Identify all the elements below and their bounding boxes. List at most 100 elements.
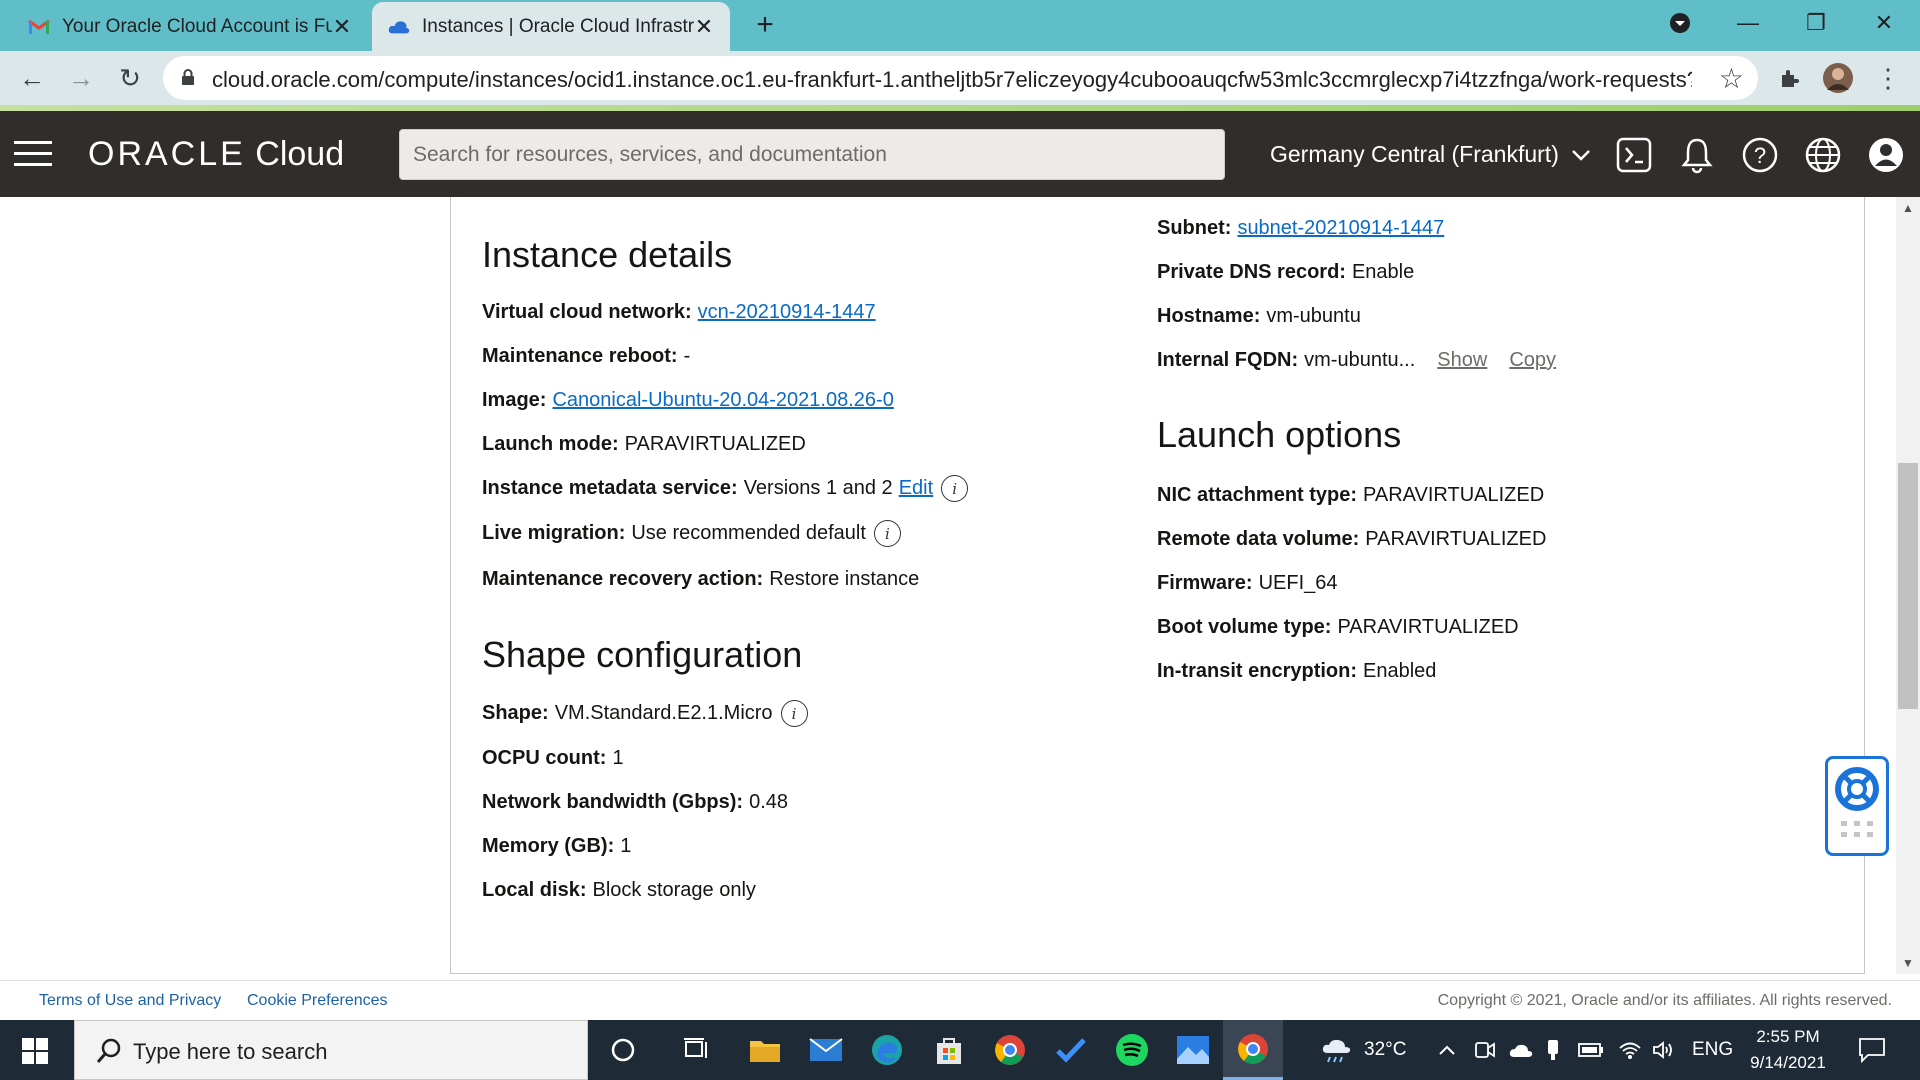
metadata-edit-link[interactable]: Edit [899, 477, 933, 500]
scroll-up-arrow-icon[interactable]: ▲ [1896, 201, 1920, 215]
in-transit-encryption-value: Enabled [1363, 660, 1437, 682]
address-bar: ← → ↻ cloud.oracle.com/compute/instances… [0, 51, 1920, 106]
volume-speaker-icon[interactable] [1652, 1020, 1676, 1080]
bookmark-star-icon[interactable]: ☆ [1719, 62, 1744, 95]
show-hidden-icons-chevron-icon[interactable] [1438, 1020, 1456, 1080]
close-tab-icon[interactable]: ✕ [694, 14, 714, 40]
info-icon[interactable]: i [873, 520, 901, 547]
image-row: Image: Canonical-Ubuntu-20.04-2021.08.26… [482, 389, 894, 412]
clock-time: 2:55 PM [1756, 1027, 1820, 1046]
extensions-icon[interactable] [1772, 60, 1808, 96]
spotify-icon[interactable] [1112, 1030, 1152, 1070]
fqdn-copy-link[interactable]: Copy [1509, 349, 1556, 372]
wifi-icon[interactable] [1618, 1020, 1642, 1080]
navigation-menu-icon[interactable] [14, 141, 52, 167]
terms-link[interactable]: Terms of Use and Privacy [39, 992, 221, 1010]
remote-data-volume-label: Remote data volume: [1157, 528, 1360, 550]
edge-browser-icon[interactable] [867, 1030, 907, 1070]
local-disk-label: Local disk: [482, 879, 587, 901]
info-icon[interactable]: i [780, 700, 808, 727]
lock-icon [182, 69, 194, 85]
photos-icon[interactable] [1173, 1030, 1213, 1070]
tab-gmail[interactable]: Your Oracle Cloud Account is Full ✕ [12, 2, 368, 51]
region-selector[interactable]: Germany Central (Frankfurt) [1270, 141, 1591, 168]
image-label: Image: [482, 389, 547, 411]
image-link[interactable]: Canonical-Ubuntu-20.04-2021.08.26-0 [552, 389, 893, 412]
user-profile-icon[interactable] [1866, 135, 1906, 175]
hostname-label: Hostname: [1157, 305, 1261, 327]
file-explorer-icon[interactable] [745, 1030, 785, 1070]
usb-device-icon[interactable] [1546, 1020, 1560, 1080]
boot-volume-label: Boot volume type: [1157, 616, 1332, 638]
task-view-icon[interactable] [676, 1030, 716, 1070]
browser-menu-icon[interactable]: ⋮ [1870, 60, 1906, 96]
system-clock[interactable]: 2:55 PM 9/14/2021 [1738, 1024, 1838, 1076]
remote-data-volume-value: PARAVIRTUALIZED [1365, 528, 1547, 550]
memory-row: Memory (GB): 1 [482, 835, 631, 858]
copyright-text: Copyright © 2021, Oracle and/or its affi… [1437, 992, 1892, 1009]
reload-icon[interactable]: ↻ [112, 60, 148, 96]
profile-avatar[interactable] [1820, 60, 1856, 96]
restore-icon[interactable]: ❐ [1796, 6, 1836, 40]
close-tab-icon[interactable]: ✕ [332, 14, 352, 40]
info-icon[interactable]: i [941, 475, 969, 502]
weather-widget[interactable]: 32°C [1320, 1020, 1406, 1080]
oracle-cloud-logo[interactable]: ORACLE Cloud [88, 135, 344, 174]
input-language[interactable]: ENG [1692, 1020, 1733, 1080]
close-window-icon[interactable]: ✕ [1864, 6, 1904, 40]
taskbar-search-placeholder: Type here to search [133, 1039, 328, 1064]
page-footer: Terms of Use and Privacy Cookie Preferen… [0, 980, 1920, 1020]
chevron-down-icon [1572, 150, 1591, 161]
rain-cloud-icon [1322, 1039, 1351, 1063]
support-help-widget[interactable] [1825, 756, 1889, 856]
console-header: ORACLE Cloud Germany Central (Frankfurt)… [0, 111, 1920, 197]
launch-mode-value: PARAVIRTUALIZED [624, 433, 806, 455]
help-icon[interactable]: ? [1740, 135, 1780, 175]
live-migration-value: Use recommended default [631, 522, 866, 544]
search-input[interactable] [400, 130, 1224, 179]
new-tab-button[interactable]: + [748, 8, 782, 42]
tab-title: Instances | Oracle Cloud Infrastru [422, 15, 694, 37]
language-globe-icon[interactable] [1803, 135, 1843, 175]
scrollbar-thumb[interactable] [1898, 463, 1918, 709]
action-center-icon[interactable] [1858, 1020, 1886, 1080]
private-dns-label: Private DNS record: [1157, 261, 1346, 283]
url-field[interactable]: cloud.oracle.com/compute/instances/ocid1… [163, 56, 1758, 100]
region-label: Germany Central (Frankfurt) [1270, 141, 1559, 167]
subnet-link[interactable]: subnet-20210914-1447 [1237, 217, 1444, 240]
tab-search-icon[interactable] [1660, 6, 1700, 40]
tab-instances[interactable]: Instances | Oracle Cloud Infrastru ✕ [372, 2, 730, 51]
cortana-icon[interactable] [603, 1030, 643, 1070]
forward-icon[interactable]: → [63, 60, 99, 96]
chrome-profile-icon[interactable] [990, 1030, 1030, 1070]
cloud-shell-icon[interactable] [1615, 135, 1655, 175]
bandwidth-label: Network bandwidth (Gbps): [482, 791, 744, 813]
minimize-icon[interactable]: — [1728, 6, 1768, 40]
chrome-active-icon[interactable] [1223, 1020, 1283, 1080]
onedrive-cloud-icon[interactable] [1508, 1020, 1534, 1080]
in-transit-encryption-row: In-transit encryption: Enabled [1157, 660, 1436, 683]
lifebuoy-icon [1835, 767, 1879, 837]
vertical-scrollbar[interactable]: ▲ ▼ [1896, 197, 1920, 974]
meet-now-icon[interactable] [1474, 1020, 1496, 1080]
local-disk-row: Local disk: Block storage only [482, 879, 756, 902]
svg-text:?: ? [1754, 143, 1766, 168]
shape-configuration-heading: Shape configuration [482, 634, 803, 675]
back-icon[interactable]: ← [14, 60, 50, 96]
scroll-down-arrow-icon[interactable]: ▼ [1896, 956, 1920, 970]
vcn-link[interactable]: vcn-20210914-1447 [698, 301, 876, 324]
vcn-row: Virtual cloud network: vcn-20210914-1447 [482, 301, 876, 324]
fqdn-show-link[interactable]: Show [1437, 349, 1487, 372]
metadata-service-row: Instance metadata service: Versions 1 an… [482, 475, 969, 502]
notifications-bell-icon[interactable] [1677, 135, 1717, 175]
taskbar-search[interactable]: Type here to search [74, 1020, 588, 1080]
memory-label: Memory (GB): [482, 835, 615, 857]
tab-title: Your Oracle Cloud Account is Full [62, 15, 332, 37]
mail-icon[interactable] [806, 1030, 846, 1070]
microsoft-store-icon[interactable] [929, 1030, 969, 1070]
battery-icon[interactable] [1578, 1020, 1604, 1080]
windows-start-icon[interactable] [22, 1038, 48, 1064]
todo-checkmark-icon[interactable] [1051, 1030, 1091, 1070]
cookie-preferences-link[interactable]: Cookie Preferences [247, 992, 388, 1010]
maintenance-reboot-row: Maintenance reboot: - [482, 345, 690, 368]
